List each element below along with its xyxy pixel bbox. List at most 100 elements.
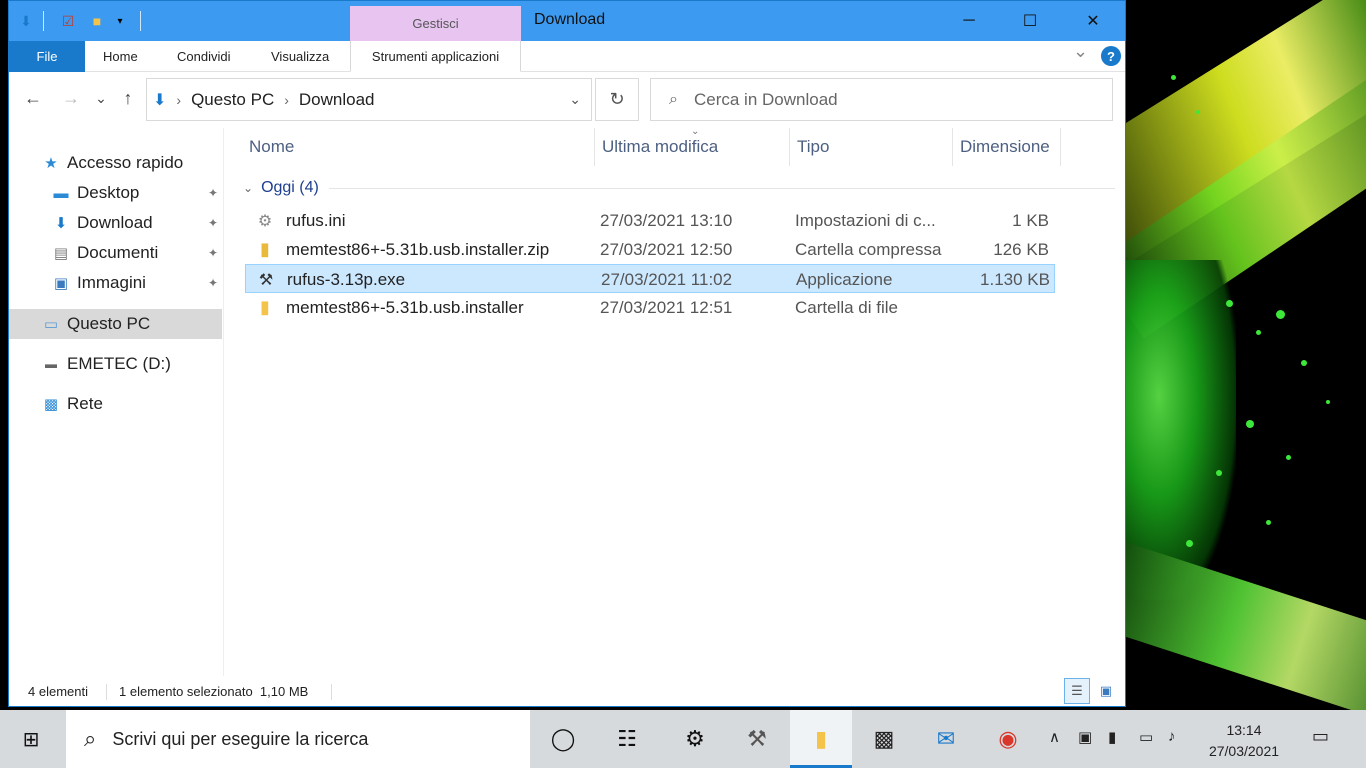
volume-icon[interactable]: ♪ (1168, 728, 1176, 745)
help-icon[interactable]: ? (1101, 46, 1121, 66)
address-bar[interactable]: ⬇ › Questo PC › Download ⌄ (146, 78, 592, 121)
breadcrumb-download[interactable]: Download (299, 90, 375, 110)
group-header-oggi[interactable]: ⌄ Oggi (4) (235, 176, 1115, 200)
download-icon: ⬇ (54, 215, 68, 232)
column-header-dimensione[interactable]: Dimensione (946, 128, 1061, 166)
file-row[interactable]: ▮ memtest86+-5.31b.usb.installer.zip 27/… (245, 235, 1055, 264)
back-button[interactable]: ← (21, 88, 45, 109)
start-button[interactable]: ⊞ (0, 710, 62, 768)
file-name: rufus-3.13p.exe (287, 269, 406, 289)
clock[interactable]: 13:14 27/03/2021 (1196, 720, 1292, 762)
meet-now-icon[interactable]: ▣ (1078, 728, 1092, 746)
large-icons-view-icon[interactable]: ▣ (1093, 678, 1119, 704)
minimize-button[interactable]: ─ (946, 1, 992, 41)
expand-ribbon-icon[interactable]: ⌄ (1073, 41, 1088, 62)
cortana-button[interactable]: ◯ (532, 710, 594, 768)
clock-time: 13:14 (1226, 722, 1262, 738)
computer-icon: ▭ (43, 316, 59, 333)
pictures-icon: ▣ (53, 275, 69, 292)
tab-condividi[interactable]: Condividi (177, 41, 230, 72)
maximize-button[interactable]: ☐ (1007, 1, 1053, 41)
pin-icon[interactable]: ✦ (208, 216, 218, 230)
network-icon[interactable]: ▭ (1139, 728, 1153, 746)
file-name: memtest86+-5.31b.usb.installer.zip (286, 239, 550, 259)
sidebar-item-immagini[interactable]: ▣ Immagini ✦ (9, 268, 222, 298)
file-type: Cartella compressa (795, 239, 942, 259)
sidebar-item-questo-pc[interactable]: ▭ Questo PC (9, 309, 222, 339)
tab-visualizza[interactable]: Visualizza (271, 41, 329, 72)
refresh-button[interactable]: ↻ (595, 78, 639, 121)
battery-icon[interactable]: ▮ (1108, 728, 1116, 746)
windows-logo-icon: ⊞ (22, 728, 40, 751)
usb-app-icon: ⚒ (747, 726, 767, 751)
chevron-right-icon[interactable]: › (176, 92, 181, 108)
taskbar-app-store[interactable]: ▩ (853, 710, 915, 768)
pin-icon[interactable]: ✦ (208, 186, 218, 200)
zip-folder-icon: ▮ (260, 239, 270, 259)
taskbar-search-input[interactable] (112, 728, 513, 750)
search-box[interactable]: ⌕ (650, 78, 1113, 121)
sidebar-item-download[interactable]: ⬇ Download ✦ (9, 208, 222, 238)
desktop-icon: ▬ (53, 184, 69, 202)
breadcrumb-questo-pc[interactable]: Questo PC (191, 90, 274, 110)
taskbar-app-file-explorer[interactable]: ▮ (790, 710, 852, 768)
pin-icon[interactable]: ✦ (208, 276, 218, 290)
file-explorer-window: ⬇ ☑ ■ ▾ Gestisci Download ─ ☐ ✕ File Hom… (8, 0, 1126, 707)
download-arrow-icon[interactable]: ⬇ (17, 11, 35, 31)
taskbar-search-box[interactable]: ⌕ (66, 710, 530, 768)
context-tab-gestisci[interactable]: Gestisci (350, 6, 521, 41)
chevron-right-icon[interactable]: › (284, 92, 289, 108)
new-folder-icon[interactable]: ■ (88, 11, 106, 31)
file-modified: 27/03/2021 12:51 (600, 297, 733, 317)
properties-icon[interactable]: ☑ (59, 11, 77, 31)
folder-icon: ▮ (814, 726, 828, 751)
sidebar-item-accesso-rapido[interactable]: ★ Accesso rapido (9, 148, 222, 178)
tab-file[interactable]: File (9, 41, 85, 72)
file-size: 1 KB (1012, 210, 1049, 230)
column-header-nome[interactable]: Nome (235, 128, 594, 166)
sidebar-item-label: Rete (67, 394, 103, 413)
notifications-icon[interactable]: ▭ (1312, 726, 1329, 747)
chevron-down-icon[interactable]: ⌄ (243, 181, 253, 195)
pin-icon[interactable]: ✦ (208, 246, 218, 260)
ini-file-icon: ⚙ (257, 212, 273, 230)
file-row[interactable]: ⚒ rufus-3.13p.exe 27/03/2021 11:02 Appli… (245, 264, 1055, 293)
status-item-count: 4 elementi (28, 684, 88, 699)
taskbar-app-settings[interactable]: ⚙ (664, 710, 726, 768)
forward-button[interactable]: → (59, 88, 83, 109)
column-header-ultima-modifica[interactable]: Ultima modifica (588, 128, 783, 166)
file-modified: 27/03/2021 11:02 (601, 269, 733, 289)
sidebar-item-label: Desktop (77, 183, 140, 202)
sidebar-item-desktop[interactable]: ▬ Desktop ✦ (9, 178, 222, 208)
file-row[interactable]: ▮ memtest86+-5.31b.usb.installer 27/03/2… (245, 293, 1055, 322)
sidebar-item-emetec[interactable]: ▬ EMETEC (D:) (9, 349, 222, 379)
navigation-pane: ★ Accesso rapido ▬ Desktop ✦ ⬇ Download … (9, 128, 223, 676)
file-name: memtest86+-5.31b.usb.installer (286, 297, 524, 317)
recent-locations-button[interactable]: ⌄ (89, 90, 113, 107)
status-bar: 4 elementi 1 elemento selezionato 1,10 M… (9, 676, 1125, 707)
details-view-icon[interactable]: ☰ (1064, 678, 1090, 704)
customize-chevron-icon[interactable]: ▾ (111, 11, 129, 31)
taskbar-app-chrome[interactable]: ◉ (977, 710, 1039, 768)
folder-icon: ▮ (260, 297, 270, 317)
usb-drive-icon: ▬ (45, 357, 57, 371)
taskbar: ⊞ ⌕ ◯ ☷ ⚙ ⚒ ▮ ▩ ✉ ◉ ∧ ▣ ▮ ▭ ♪ 13:14 27/0… (0, 710, 1366, 768)
column-header-tipo[interactable]: Tipo (783, 128, 946, 166)
show-hidden-icons-chevron-icon[interactable]: ∧ (1049, 728, 1060, 746)
pane-divider[interactable] (223, 128, 224, 676)
sidebar-item-documenti[interactable]: ▤ Documenti ✦ (9, 238, 222, 268)
usb-app-icon: ⚒ (258, 271, 274, 289)
close-button[interactable]: ✕ (1070, 1, 1116, 41)
star-icon: ★ (44, 155, 58, 172)
tab-strumenti-applicazioni[interactable]: Strumenti applicazioni (350, 41, 521, 72)
file-row[interactable]: ⚙ rufus.ini 27/03/2021 13:10 Impostazion… (245, 206, 1055, 235)
task-view-button[interactable]: ☷ (596, 710, 658, 768)
sidebar-item-rete[interactable]: ▩ Rete (9, 389, 222, 419)
store-bag-icon: ▩ (873, 726, 895, 751)
address-dropdown-icon[interactable]: ⌄ (569, 91, 581, 108)
search-input[interactable] (693, 89, 1074, 110)
taskbar-app-rufus[interactable]: ⚒ (726, 710, 788, 768)
up-button[interactable]: ↑ (116, 88, 140, 109)
tab-home[interactable]: Home (103, 41, 138, 72)
taskbar-app-mail[interactable]: ✉ (915, 710, 977, 768)
